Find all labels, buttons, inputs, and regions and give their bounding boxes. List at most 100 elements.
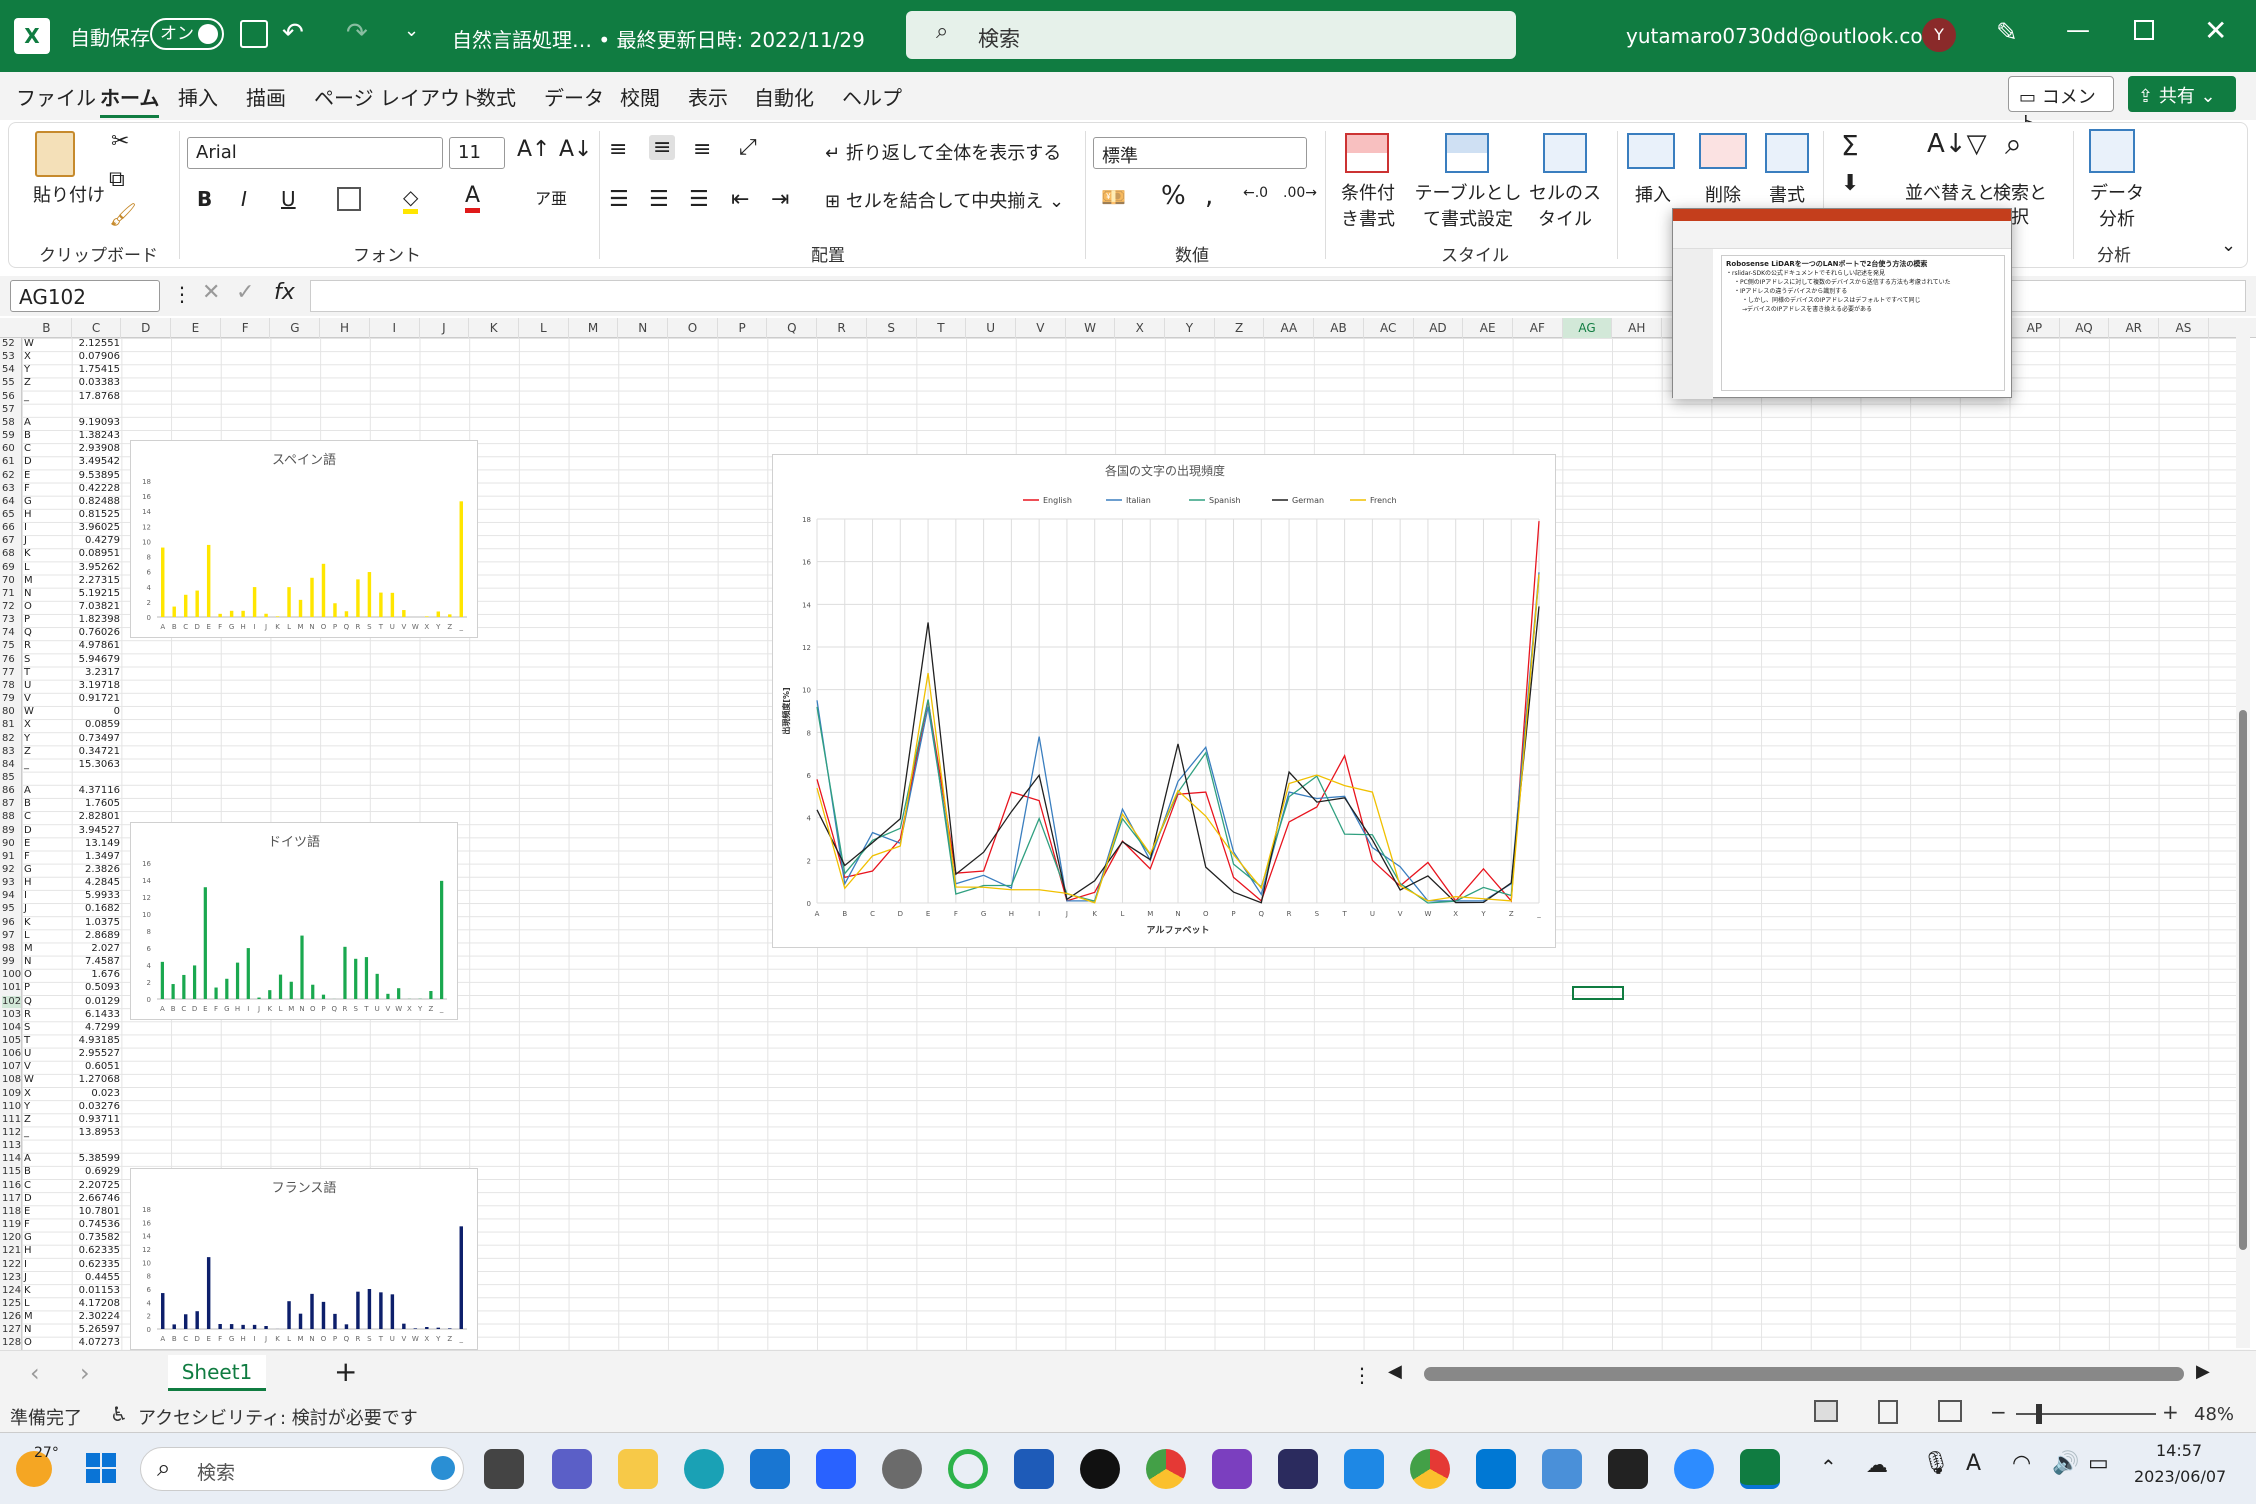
tab-view[interactable]: 表示 — [688, 82, 728, 111]
column-header[interactable]: V — [1016, 318, 1066, 338]
cell-letter[interactable]: _ — [24, 391, 29, 403]
account-email[interactable]: yutamaro0730dd@outlook.com — [1626, 24, 1942, 48]
cell-letter[interactable]: S — [24, 654, 30, 666]
cell-letter[interactable]: W — [24, 706, 34, 718]
column-header[interactable]: L — [519, 318, 569, 338]
cell-value[interactable]: 13.8953 — [48, 1127, 120, 1139]
column-header[interactable]: AA — [1265, 318, 1315, 338]
cell-value[interactable]: 2.66746 — [48, 1193, 120, 1205]
copy-icon[interactable]: ⧉ — [109, 167, 125, 192]
percent-button[interactable]: % — [1161, 181, 1186, 211]
shrink-font-icon[interactable]: A↓ — [559, 137, 592, 162]
cell-letter[interactable]: N — [24, 956, 31, 968]
page-break-view-icon[interactable] — [1938, 1400, 1962, 1422]
insert-button[interactable]: 挿入 — [1635, 181, 1671, 207]
cell-letter[interactable]: F — [24, 851, 30, 863]
format-button[interactable]: 書式 — [1769, 181, 1805, 207]
font-name-select[interactable]: Arial — [187, 137, 443, 169]
cell-letter[interactable]: M — [24, 1311, 33, 1323]
sheet-tab[interactable]: Sheet1 — [168, 1355, 266, 1391]
github-icon[interactable] — [1080, 1449, 1120, 1489]
cell-value[interactable]: 2.93908 — [48, 443, 120, 455]
cell-value[interactable]: 0.76026 — [48, 627, 120, 639]
cell-letter[interactable]: B — [24, 430, 31, 442]
pen-icon[interactable]: ✎ — [1996, 18, 2018, 48]
spanish-bar-chart[interactable]: スペイン語 0 2 4 6 8 10 12 14 16 18 A B C D E F G H I J K L M N O P Q R S… — [130, 440, 478, 638]
cell-value[interactable]: 5.9933 — [48, 890, 120, 902]
cell-value[interactable]: 3.2317 — [48, 667, 120, 679]
clock-date[interactable]: 2023/06/07 — [2134, 1467, 2226, 1486]
decrease-decimal-icon[interactable]: .00→ — [1283, 185, 1317, 201]
cell-value[interactable]: 3.96025 — [48, 522, 120, 534]
save-icon[interactable] — [240, 20, 268, 48]
cell-value[interactable]: 2.30224 — [48, 1311, 120, 1323]
cell-letter[interactable]: E — [24, 838, 30, 850]
cell-letter[interactable]: L — [24, 562, 30, 574]
sort-filter-icon[interactable]: A↓▽ — [1927, 129, 1987, 159]
share-button[interactable]: ⇪ 共有 ⌄ — [2128, 76, 2236, 112]
avatar[interactable]: Y — [1922, 18, 1956, 52]
align-left-icon[interactable]: ☰ — [609, 187, 629, 212]
cell-letter[interactable]: A — [24, 785, 31, 797]
cell-style-icon[interactable] — [1543, 133, 1587, 173]
collapse-ribbon-icon[interactable]: ⌄ — [2221, 235, 2236, 256]
enter-icon[interactable]: ✓ — [236, 280, 254, 305]
cell-letter[interactable]: H — [24, 1245, 32, 1257]
cell-letter[interactable]: B — [24, 798, 31, 810]
tab-data[interactable]: データ — [544, 82, 604, 111]
column-header[interactable]: D — [121, 318, 172, 338]
cell-letter[interactable]: O — [24, 969, 32, 981]
tab-help[interactable]: ヘルプ — [842, 82, 902, 111]
redo-icon[interactable]: ↷ — [346, 18, 368, 48]
align-right-icon[interactable]: ☰ — [689, 187, 709, 212]
settings-icon[interactable] — [882, 1449, 922, 1489]
tab-formulas[interactable]: 数式 — [476, 82, 516, 111]
cancel-icon[interactable]: ✕ — [202, 280, 220, 305]
delete-button[interactable]: 削除 — [1705, 181, 1741, 207]
find-select-button[interactable]: 検索と — [1993, 179, 2047, 205]
cell-letter[interactable]: C — [24, 1180, 31, 1192]
column-header[interactable]: AR — [2109, 318, 2160, 338]
column-header[interactable]: AH — [1612, 318, 1663, 338]
cell-letter[interactable]: _ — [24, 1127, 29, 1139]
column-header[interactable]: AG — [1562, 318, 1613, 338]
cell-value[interactable]: 13.149 — [48, 838, 120, 850]
align-center-icon[interactable]: ☰ — [649, 187, 669, 212]
cell-letter[interactable]: U — [24, 1048, 31, 1060]
cell-value[interactable]: 4.7299 — [48, 1022, 120, 1034]
french-bar-chart[interactable]: フランス語 0 2 4 6 8 10 12 14 16 18 A B C D E F G H I J K L M N O P Q R S… — [130, 1168, 478, 1350]
add-sheet-icon[interactable]: + — [334, 1355, 357, 1388]
cell-value[interactable]: 3.19718 — [48, 680, 120, 692]
cell-value[interactable]: 0.01153 — [48, 1285, 120, 1297]
autosum-icon[interactable]: Σ — [1841, 129, 1859, 162]
cell-letter[interactable]: R — [24, 640, 31, 652]
cell-letter[interactable]: Q — [24, 627, 32, 639]
cell-letter[interactable]: B — [24, 1166, 31, 1178]
cell-value[interactable]: 0.42228 — [48, 483, 120, 495]
cell-value[interactable]: 3.94527 — [48, 825, 120, 837]
cell-letter[interactable]: F — [24, 483, 30, 495]
cell-value[interactable]: 2.82801 — [48, 811, 120, 823]
cell-letter[interactable]: K — [24, 917, 31, 929]
cell-value[interactable]: 2.20725 — [48, 1180, 120, 1192]
cell-letter[interactable]: W — [24, 338, 34, 350]
align-top-icon[interactable]: ≡ — [609, 137, 627, 162]
cell-value[interactable]: 9.53895 — [48, 470, 120, 482]
cell-letter[interactable]: V — [24, 1061, 31, 1073]
tab-automate[interactable]: 自動化 — [754, 82, 814, 111]
column-header[interactable]: Z — [1215, 318, 1265, 338]
cell-value[interactable]: 5.94679 — [48, 654, 120, 666]
delete-cells-icon[interactable] — [1699, 133, 1747, 169]
cell-letter[interactable]: G — [24, 1232, 32, 1244]
cell-letter[interactable]: E — [24, 470, 30, 482]
underline-button[interactable]: U — [281, 187, 296, 211]
font-size-select[interactable]: 11 — [449, 137, 505, 169]
cell-value[interactable]: 1.38243 — [48, 430, 120, 442]
column-header[interactable]: AC — [1364, 318, 1414, 338]
fill-color-icon[interactable]: ◇ — [403, 185, 419, 214]
start-icon[interactable] — [86, 1453, 116, 1483]
tab-file[interactable]: ファイル — [16, 82, 96, 111]
search-box[interactable]: ⌕ 検索 — [906, 11, 1516, 59]
mic-icon[interactable]: 🎙 — [1922, 1451, 1950, 1476]
cell-letter[interactable]: Y — [24, 733, 30, 745]
